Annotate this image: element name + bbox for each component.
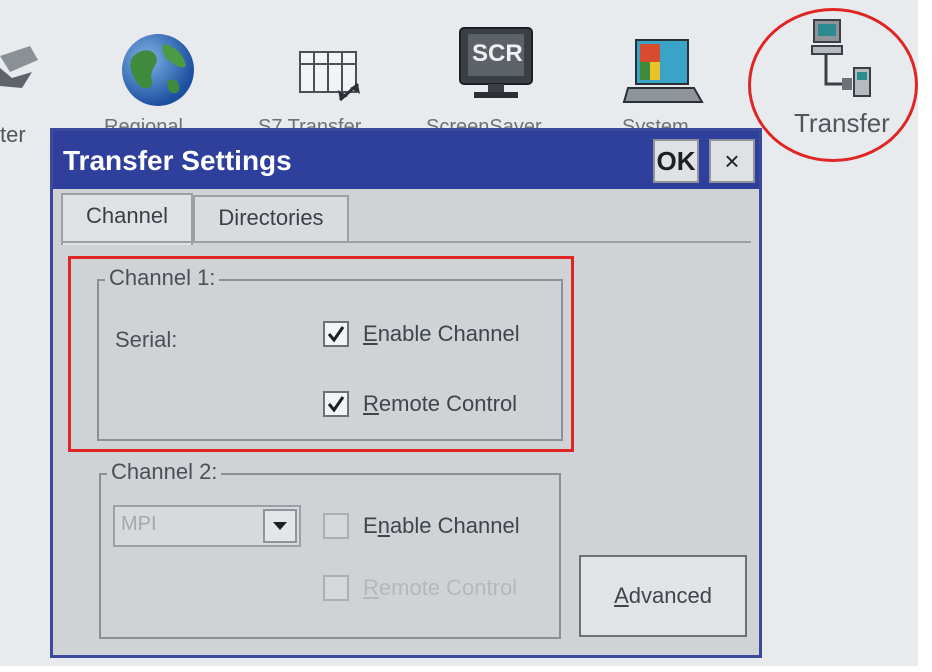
photo-border-bottom	[0, 666, 932, 672]
channel-2-remote-label[interactable]: Remote Control	[363, 575, 517, 601]
channel-1-type-label: Serial:	[115, 327, 178, 352]
channel-panel: Channel 1: Serial: Enable Channel Remote…	[61, 241, 751, 651]
partial-icon-label: ter	[0, 122, 26, 147]
ok-button[interactable]: OK	[653, 139, 699, 183]
s7-transfer-icon[interactable]	[296, 42, 368, 106]
channel-2-enable-checkbox[interactable]	[323, 513, 349, 539]
channel-2-remote-checkbox[interactable]	[323, 575, 349, 601]
transfer-label: Transfer	[794, 108, 890, 138]
tab-directories[interactable]: Directories	[193, 195, 349, 241]
screensaver-icon[interactable]: SCR	[458, 26, 534, 102]
accel-key: R	[363, 391, 379, 416]
label-text: emote Control	[378, 575, 518, 600]
partial-printer-icon[interactable]	[0, 38, 40, 98]
channel-2-type-select[interactable]: MPI	[113, 505, 301, 547]
system-icon[interactable]	[622, 34, 704, 110]
select-value: MPI	[121, 513, 157, 535]
label-text: dvanced	[628, 583, 712, 608]
label-text: emote Control	[378, 391, 518, 416]
tab-channel[interactable]: Channel	[61, 193, 193, 245]
photo-border-right	[918, 0, 932, 672]
label-text: able Channel	[389, 513, 520, 538]
accel-key: A	[614, 583, 629, 608]
dialog-title: Transfer Settings	[63, 145, 292, 176]
regional-icon[interactable]	[118, 30, 198, 110]
channel-1-title: Channel 1:	[105, 265, 220, 291]
channel-1-enable-label[interactable]: Enable Channel	[363, 321, 520, 347]
checkmark-icon	[327, 326, 345, 343]
transfer-icon[interactable]	[808, 18, 874, 102]
label-text: nable Channel	[377, 321, 520, 346]
channel-1-group: Channel 1: Serial: Enable Channel Remote…	[97, 265, 563, 441]
channel-1-enable-checkbox[interactable]	[323, 321, 349, 347]
label-text: E	[363, 513, 378, 538]
channel-1-remote-checkbox[interactable]	[323, 391, 349, 417]
transfer-settings-dialog: Transfer Settings OK × Channel Directori…	[50, 128, 762, 658]
channel-2-group: Channel 2: MPI Enable Channel Remote Con…	[99, 459, 561, 639]
dropdown-button[interactable]	[263, 509, 297, 543]
desktop: ter Regional S7 Transfer SCR ScreenSaver…	[0, 0, 932, 672]
channel-2-title: Channel 2:	[107, 459, 222, 485]
accel-key: R	[363, 575, 379, 600]
channel-2-enable-label[interactable]: Enable Channel	[363, 513, 520, 539]
advanced-button[interactable]: Advanced	[579, 555, 747, 637]
screensaver-glyph: SCR	[472, 40, 523, 67]
dialog-titlebar[interactable]: Transfer Settings OK ×	[53, 131, 759, 189]
close-button[interactable]: ×	[709, 139, 755, 183]
accel-key: E	[363, 321, 378, 346]
chevron-down-icon	[273, 522, 287, 530]
channel-1-remote-label[interactable]: Remote Control	[363, 391, 517, 417]
checkmark-icon	[327, 396, 345, 413]
accel-key: n	[377, 513, 390, 538]
